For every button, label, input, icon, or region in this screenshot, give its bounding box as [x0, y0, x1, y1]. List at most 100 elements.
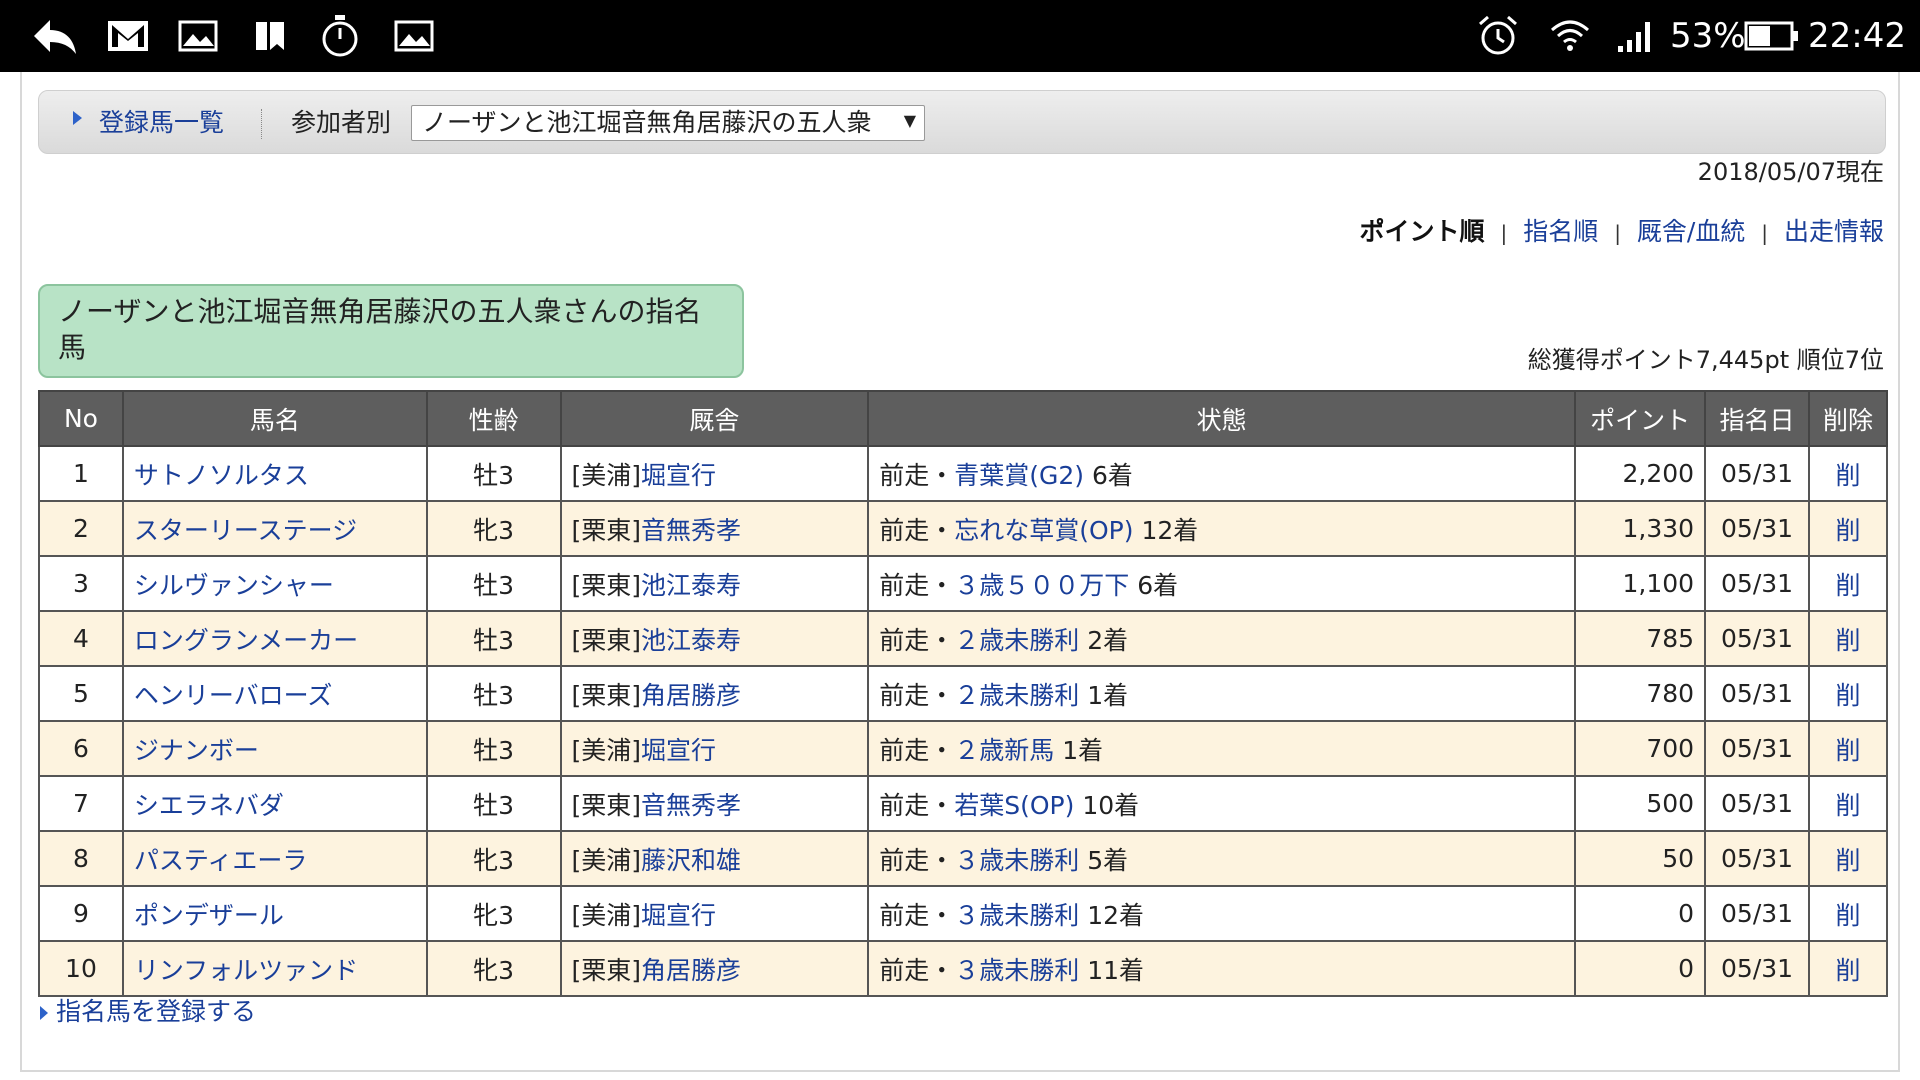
horse-name-link[interactable]: ポンデザール: [134, 901, 284, 930]
as-of-date: 2018/05/07現在: [1697, 158, 1884, 186]
race-result: 5着: [1087, 845, 1129, 875]
delete-link[interactable]: 削: [1836, 461, 1861, 490]
col-delete: 削除: [1808, 390, 1888, 447]
row-no: 4: [38, 610, 124, 667]
trainer-link[interactable]: 藤沢和雄: [641, 846, 741, 875]
delete-cell: 削: [1808, 445, 1888, 502]
clock: 22:42: [1808, 16, 1906, 56]
nomination-date: 05/31: [1704, 500, 1811, 557]
delete-link[interactable]: 削: [1836, 956, 1861, 985]
delete-link[interactable]: 削: [1836, 901, 1861, 930]
race-link[interactable]: ２歳未勝利: [954, 626, 1079, 655]
points: 785: [1574, 610, 1707, 667]
delete-cell: 削: [1808, 830, 1888, 887]
stable-cell: [栗東]池江泰寿: [559, 555, 870, 612]
horse-name-link[interactable]: ヘンリーバローズ: [134, 681, 333, 710]
trainer-link[interactable]: 音無秀孝: [641, 516, 741, 545]
stable-cell: [栗東]池江泰寿: [559, 610, 870, 667]
register-horse-link[interactable]: 指名馬を登録する: [56, 997, 256, 1026]
sex-age: 牝3: [425, 830, 562, 887]
delete-link[interactable]: 削: [1836, 681, 1861, 710]
trainer-link[interactable]: 堀宣行: [641, 736, 716, 765]
table-row: 5 ヘンリーバローズ 牡3 [栗東]角居勝彦 前走・２歳未勝利 1着 780 05/31 削: [38, 665, 1888, 722]
wifi-icon: [1546, 0, 1594, 72]
nomination-date: 05/31: [1704, 445, 1811, 502]
delete-link[interactable]: 削: [1836, 626, 1861, 655]
signal-icon: [1614, 0, 1658, 72]
stable-region: [美浦]: [571, 460, 642, 490]
table-row: 3 シルヴァンシャー 牡3 [栗東]池江泰寿 前走・３歳５００万下 6着 1,100 05/…: [38, 555, 1888, 612]
horse-name-link[interactable]: スターリーステージ: [134, 516, 357, 545]
registered-horses-link[interactable]: 登録馬一覧: [99, 91, 224, 155]
delete-link[interactable]: 削: [1836, 736, 1861, 765]
trainer-link[interactable]: 池江泰寿: [641, 571, 741, 600]
race-link[interactable]: ３歳未勝利: [954, 901, 1079, 930]
status-cell: 前走・３歳未勝利 12着: [867, 885, 1577, 942]
race-link[interactable]: ３歳未勝利: [954, 956, 1079, 985]
race-link[interactable]: ３歳未勝利: [954, 846, 1079, 875]
stable-cell: [美浦]藤沢和雄: [559, 830, 870, 887]
horse-name-cell: パスティエーラ: [121, 830, 428, 887]
race-link[interactable]: 忘れな草賞(OP): [954, 516, 1133, 545]
trainer-link[interactable]: 角居勝彦: [641, 681, 741, 710]
horse-name-link[interactable]: シエラネバダ: [134, 791, 284, 820]
row-no: 6: [38, 720, 124, 777]
stable-cell: [美浦]堀宣行: [559, 445, 870, 502]
trainer-link[interactable]: 音無秀孝: [641, 791, 741, 820]
sort-nomination-link[interactable]: 指名順: [1523, 217, 1598, 246]
race-result: 6着: [1091, 460, 1133, 490]
points: 500: [1574, 775, 1707, 832]
race-link[interactable]: ３歳５００万下: [954, 571, 1129, 600]
alarm-icon: [1474, 0, 1522, 72]
sort-race-info-link[interactable]: 出走情報: [1784, 217, 1884, 246]
sort-separator: |: [1761, 221, 1769, 245]
points: 700: [1574, 720, 1707, 777]
stable-cell: [栗東]音無秀孝: [559, 500, 870, 557]
points: 780: [1574, 665, 1707, 722]
table-row: 4 ロングランメーカー 牡3 [栗東]池江泰寿 前走・２歳未勝利 2着 785 05/31 削: [38, 610, 1888, 667]
trainer-link[interactable]: 堀宣行: [641, 461, 716, 490]
race-link[interactable]: 青葉賞(G2): [954, 461, 1084, 490]
nomination-date: 05/31: [1704, 775, 1811, 832]
horse-name-cell: スターリーステージ: [121, 500, 428, 557]
horse-name-link[interactable]: ロングランメーカー: [134, 626, 358, 655]
col-sex-age: 性齢: [425, 390, 562, 447]
row-no: 3: [38, 555, 124, 612]
status-prefix: 前走・: [879, 570, 955, 600]
trainer-link[interactable]: 池江泰寿: [641, 626, 741, 655]
participant-select[interactable]: ノーザンと池江堀音無角居藤沢の五人衆 ▼: [411, 105, 925, 141]
trainer-link[interactable]: 堀宣行: [641, 901, 716, 930]
stable-region: [美浦]: [571, 735, 642, 765]
status-cell: 前走・２歳新馬 1着: [867, 720, 1577, 777]
race-link[interactable]: 若葉S(OP): [954, 791, 1074, 820]
stable-region: [栗東]: [571, 680, 642, 710]
race-result: 12着: [1141, 515, 1199, 545]
sort-stable-link[interactable]: 厩舎/血統: [1637, 217, 1745, 246]
bookmark-icon: [250, 0, 290, 72]
race-link[interactable]: ２歳未勝利: [954, 681, 1079, 710]
delete-link[interactable]: 削: [1836, 846, 1861, 875]
back-icon[interactable]: [26, 0, 82, 72]
horse-name-link[interactable]: サトノソルタス: [134, 461, 309, 490]
stable-cell: [栗東]音無秀孝: [559, 775, 870, 832]
points: 50: [1574, 830, 1707, 887]
page-title: ノーザンと池江堀音無角居藤沢の五人衆さんの指名馬: [38, 284, 744, 378]
sex-age: 牡3: [425, 720, 562, 777]
status-prefix: 前走・: [879, 900, 955, 930]
status-cell: 前走・青葉賞(G2) 6着: [867, 445, 1577, 502]
horse-name-link[interactable]: リンフォルツァンド: [134, 956, 358, 985]
horse-name-link[interactable]: シルヴァンシャー: [134, 571, 334, 600]
battery-icon: [1742, 0, 1802, 72]
sex-age: 牡3: [425, 665, 562, 722]
delete-cell: 削: [1808, 555, 1888, 612]
col-date: 指名日: [1704, 390, 1811, 447]
delete-cell: 削: [1808, 720, 1888, 777]
race-link[interactable]: ２歳新馬: [954, 736, 1054, 765]
delete-link[interactable]: 削: [1836, 571, 1861, 600]
delete-link[interactable]: 削: [1836, 516, 1861, 545]
delete-link[interactable]: 削: [1836, 791, 1861, 820]
horse-name-link[interactable]: ジナンボー: [134, 736, 259, 765]
horse-name-link[interactable]: パスティエーラ: [134, 846, 308, 875]
points: 2,200: [1574, 445, 1707, 502]
trainer-link[interactable]: 角居勝彦: [641, 956, 741, 985]
